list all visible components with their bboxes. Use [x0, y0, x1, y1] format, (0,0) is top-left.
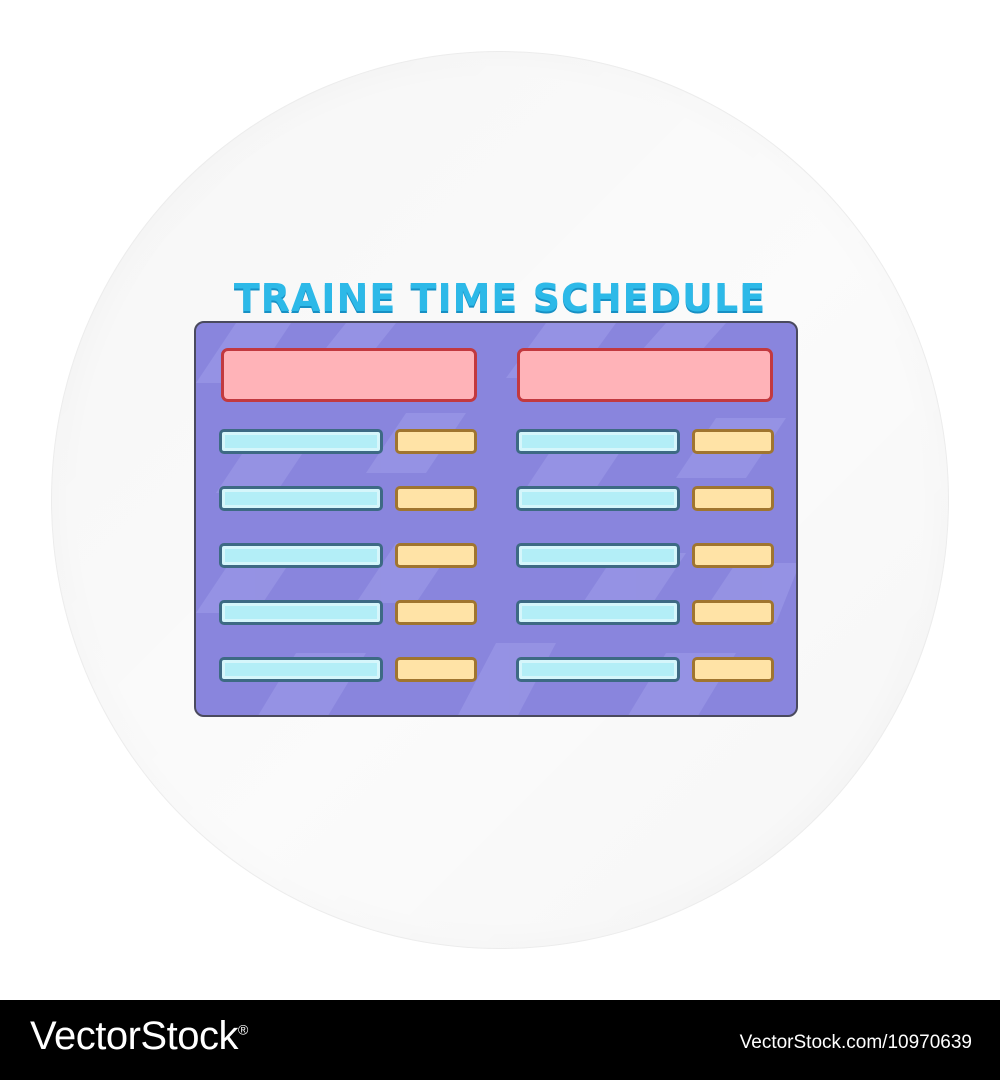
schedule-row-time: [395, 600, 477, 625]
schedule-row-bar: [516, 600, 680, 625]
schedule-row-time: [395, 486, 477, 511]
schedule-row-time: [692, 600, 774, 625]
schedule-row-bar: [516, 657, 680, 682]
schedule-row-bar: [516, 543, 680, 568]
schedule-row-bar: [219, 486, 383, 511]
brand-name: VectorStock: [30, 1014, 238, 1058]
schedule-row-time: [692, 429, 774, 454]
header-panel-right: [517, 348, 773, 402]
schedule-row-time: [395, 429, 477, 454]
schedule-row-time: [395, 657, 477, 682]
schedule-row-time: [395, 543, 477, 568]
registered-mark: ®: [237, 1021, 248, 1038]
schedule-row-bar: [516, 486, 680, 511]
schedule-title: TRAINE TIME SCHEDULE: [233, 276, 767, 320]
schedule-row-bar: [219, 657, 383, 682]
schedule-row-bar: [516, 429, 680, 454]
schedule-row-time: [692, 543, 774, 568]
schedule-row-bar: [219, 543, 383, 568]
illustration: TRAINE TIME SCHEDULE: [0, 0, 1000, 1000]
watermark-footer: VectorStock® VectorStock.com/10970639: [0, 1000, 1000, 1080]
schedule-row-time: [692, 486, 774, 511]
brand-logo[interactable]: VectorStock®: [30, 1014, 248, 1059]
schedule-board: [194, 321, 798, 717]
schedule-row-bar: [219, 600, 383, 625]
image-url[interactable]: VectorStock.com/10970639: [740, 1032, 972, 1054]
header-panel-left: [221, 348, 477, 402]
schedule-row-bar: [219, 429, 383, 454]
schedule-row-time: [692, 657, 774, 682]
